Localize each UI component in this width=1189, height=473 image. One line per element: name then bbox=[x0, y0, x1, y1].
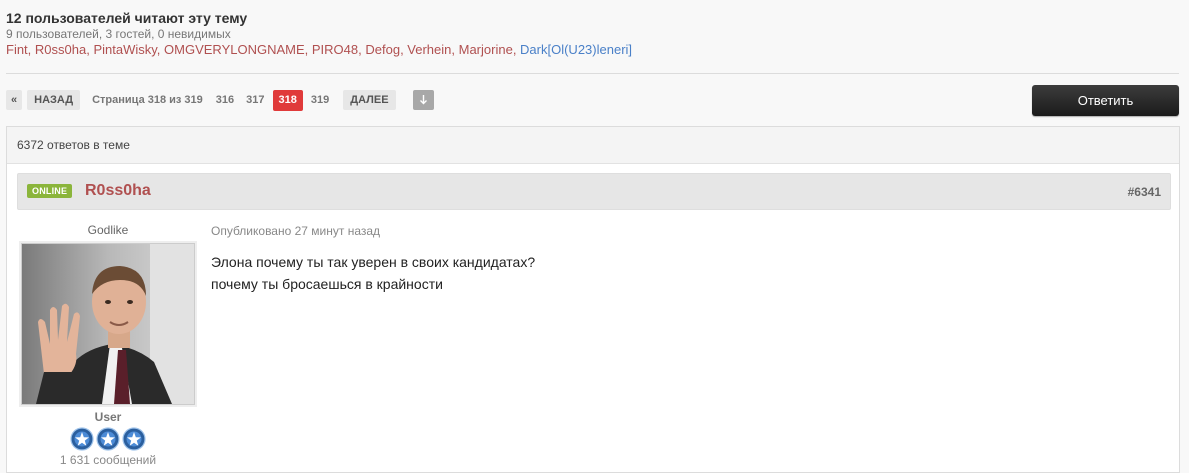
reader-user-link[interactable]: OMGVERYLONGNAME bbox=[164, 42, 305, 57]
reader-user-link[interactable]: R0ss0ha bbox=[35, 42, 86, 57]
readers-list: Fint, R0ss0ha, PintaWisky, OMGVERYLONGNA… bbox=[6, 42, 1176, 57]
page-links: 316 317 318 319 bbox=[210, 89, 335, 111]
page-info: Страница 318 из 319 bbox=[92, 94, 203, 106]
post-author-link[interactable]: R0ss0ha bbox=[85, 182, 151, 200]
avatar[interactable] bbox=[21, 243, 195, 405]
post-date: Опубликовано 27 минут назад bbox=[211, 224, 381, 238]
rank-star-icon bbox=[70, 427, 94, 451]
avatar-image bbox=[22, 244, 194, 404]
rank-star-icon bbox=[122, 427, 146, 451]
first-page-button[interactable]: « bbox=[6, 90, 23, 110]
reader-user-link[interactable]: Dark[Ol(U23)leneri] bbox=[520, 42, 632, 57]
section-divider bbox=[6, 73, 1179, 74]
arrow-down-icon bbox=[419, 95, 427, 105]
prev-page-button[interactable]: НАЗАД bbox=[27, 90, 81, 110]
author-info: Godlike User 1 631 сообщений bbox=[17, 223, 199, 467]
post-number-link[interactable]: #6341 bbox=[1128, 185, 1161, 199]
rank-star-icon bbox=[96, 427, 120, 451]
user-group: User bbox=[94, 410, 122, 424]
topic-container: 6372 ответов в теме ONLINE R0ss0ha #6341… bbox=[6, 126, 1180, 473]
pagination: « НАЗАД Страница 318 из 319 316 317 318 319… bbox=[6, 89, 434, 111]
jump-to-page-button[interactable] bbox=[412, 90, 434, 110]
reader-user-link[interactable]: PIRO48 bbox=[312, 42, 358, 57]
page-link[interactable]: 317 bbox=[240, 94, 270, 106]
reader-user-link[interactable]: Marjorine bbox=[459, 42, 513, 57]
reader-user-link[interactable]: Defog bbox=[365, 42, 400, 57]
post-body: Элона почему ты так уверен в своих канди… bbox=[211, 251, 535, 295]
next-page-button[interactable]: ДАЛЕЕ bbox=[343, 90, 396, 110]
author-title: Godlike bbox=[87, 223, 129, 237]
reader-user-link[interactable]: Fint bbox=[6, 42, 28, 57]
post-header: ONLINE R0ss0ha #6341 bbox=[17, 173, 1171, 210]
readers-title: 12 пользователей читают эту тему bbox=[6, 10, 248, 26]
rank-icons bbox=[17, 427, 199, 451]
reader-separator: , bbox=[451, 42, 459, 57]
reader-separator: , bbox=[156, 42, 165, 57]
page-link[interactable]: 316 bbox=[210, 94, 240, 106]
reader-user-link[interactable]: PintaWisky bbox=[93, 42, 156, 57]
readers-stats: 9 пользователей, 3 гостей, 0 невидимых bbox=[6, 27, 231, 41]
reader-user-link[interactable]: Verhein bbox=[407, 42, 451, 57]
online-status-badge: ONLINE bbox=[27, 184, 73, 198]
post-body-line: почему ты бросаешься в крайности bbox=[211, 276, 443, 292]
reader-separator: , bbox=[512, 42, 521, 57]
page-link[interactable]: 319 bbox=[305, 94, 335, 106]
current-page: 318 bbox=[272, 89, 303, 111]
reader-separator: , bbox=[304, 42, 312, 57]
reply-button[interactable]: Ответить bbox=[1032, 85, 1179, 116]
topic-readers: 12 пользователей читают эту тему 9 польз… bbox=[6, 10, 1176, 57]
reader-separator: , bbox=[27, 42, 35, 57]
reply-count: 6372 ответов в теме bbox=[7, 127, 1179, 164]
post-body-line: Элона почему ты так уверен в своих канди… bbox=[211, 254, 536, 270]
